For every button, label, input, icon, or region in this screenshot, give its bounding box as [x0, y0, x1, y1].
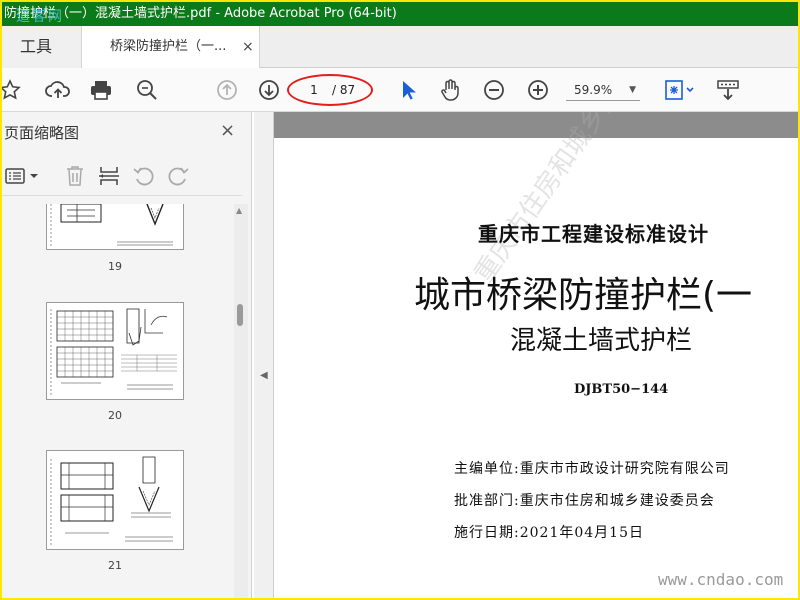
- thumbnail-page-21[interactable]: [46, 450, 184, 550]
- cursor-icon[interactable]: [394, 76, 422, 104]
- page-number-input[interactable]: 1: [302, 80, 326, 100]
- thumbnail-page-19[interactable]: [46, 204, 184, 250]
- thumbnail-panel-close-button[interactable]: ×: [220, 120, 235, 141]
- rotate-right-icon[interactable]: [166, 164, 190, 188]
- thumbnail-panel: 页面缩略图 × 19 20 21 ▲: [2, 112, 252, 598]
- panel-collapse-strip[interactable]: ◀: [254, 112, 274, 598]
- thumbnail-page-20[interactable]: [46, 302, 184, 400]
- thumbnail-page-label: 21: [108, 559, 122, 572]
- page-down-icon[interactable]: [255, 76, 283, 104]
- thumbnail-page-label: 19: [108, 260, 122, 273]
- tab-document-label: 桥梁防撞护栏（一...: [110, 39, 227, 54]
- thumbnail-page-label: 20: [108, 409, 122, 422]
- doc-editor-unit: 主编单位:重庆市市政设计研究院有限公司: [454, 461, 730, 477]
- doc-approval-dept: 批准部门:重庆市住房和城乡建设委员会: [454, 493, 715, 509]
- zoom-out-icon[interactable]: [480, 76, 508, 104]
- site-url-watermark: www.cndao.com: [658, 570, 784, 589]
- hand-icon[interactable]: [436, 76, 464, 104]
- doc-effective-date: 施行日期:2021年04月15日: [454, 525, 644, 541]
- page-total-label: / 87: [332, 83, 356, 97]
- rotate-left-icon[interactable]: [132, 164, 156, 188]
- site-watermark: 道客网: [16, 9, 64, 25]
- scroll-mode-icon[interactable]: [714, 76, 742, 104]
- page-gap: [274, 112, 798, 138]
- thumbnail-panel-title: 页面缩略图: [4, 124, 80, 142]
- tab-tools[interactable]: 工具: [2, 26, 82, 68]
- window-titlebar: 防撞护栏（一）混凝土墙式护栏.pdf - Adobe Acrobat Pro (…: [2, 2, 798, 26]
- print-icon[interactable]: [87, 76, 115, 104]
- page-up-icon[interactable]: [213, 76, 241, 104]
- approval-stamp-watermark: 重庆市住房和城乡建设委员会: [468, 112, 688, 289]
- chevron-down-icon: ▼: [629, 85, 636, 95]
- document-view[interactable]: 重庆市住房和城乡建设委员会 重庆市工程建设标准设计 城市桥梁防撞护栏(一 混凝土…: [274, 112, 798, 598]
- app-window: 防撞护栏（一）混凝土墙式护栏.pdf - Adobe Acrobat Pro (…: [2, 2, 798, 598]
- insert-page-icon[interactable]: [98, 164, 120, 188]
- doc-title: 城市桥梁防撞护栏(一: [414, 275, 753, 316]
- trash-icon[interactable]: [64, 164, 86, 188]
- zoom-select[interactable]: 59.9% ▼: [566, 79, 640, 101]
- tab-close-button[interactable]: ×: [242, 26, 254, 68]
- pdf-page: 重庆市住房和城乡建设委员会 重庆市工程建设标准设计 城市桥梁防撞护栏(一 混凝土…: [274, 112, 798, 598]
- main-toolbar: 1 / 87 59.9% ▼: [2, 68, 798, 112]
- page-number-highlight: [287, 74, 373, 106]
- scrollbar-thumb[interactable]: [237, 304, 243, 326]
- doc-heading-standard: 重庆市工程建设标准设计: [478, 222, 709, 246]
- zoom-search-icon[interactable]: [133, 76, 161, 104]
- zoom-in-icon[interactable]: [524, 76, 552, 104]
- tab-bar: 工具 桥梁防撞护栏（一... ×: [2, 26, 798, 69]
- cloud-upload-icon[interactable]: [44, 76, 72, 104]
- zoom-value: 59.9%: [574, 83, 613, 97]
- collapse-arrow-icon[interactable]: ◀: [260, 370, 268, 381]
- fit-page-icon[interactable]: [660, 76, 700, 104]
- thumbnail-scrollbar[interactable]: ▲: [234, 204, 248, 598]
- star-icon[interactable]: [2, 76, 24, 104]
- options-menu-icon[interactable]: [4, 164, 44, 188]
- scroll-up-icon[interactable]: ▲: [236, 206, 242, 215]
- tab-document[interactable]: 桥梁防撞护栏（一... ×: [82, 26, 260, 69]
- thumbnail-tools: [2, 156, 242, 196]
- doc-code: DJBT50−144: [574, 382, 669, 397]
- doc-subtitle: 混凝土墙式护栏: [510, 326, 693, 356]
